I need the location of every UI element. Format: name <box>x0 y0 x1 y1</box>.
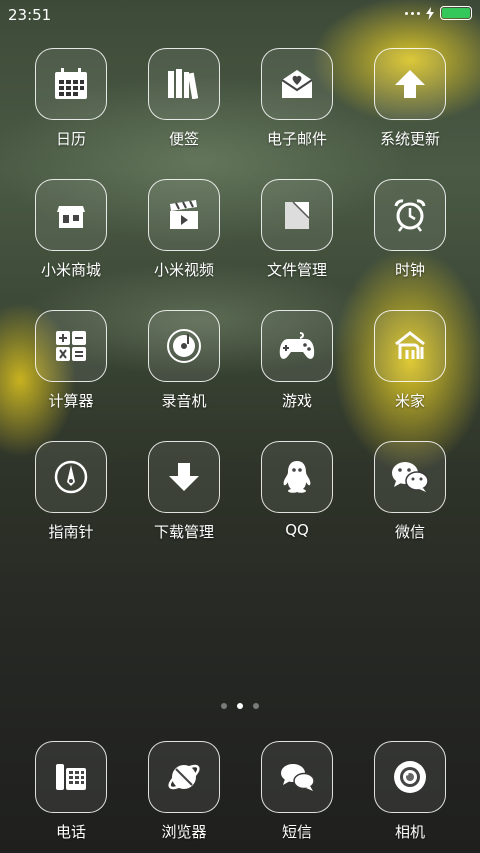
app-label: 米家 <box>394 392 425 410</box>
download-icon <box>148 441 220 513</box>
gamepad-icon <box>261 310 333 382</box>
battery-icon <box>440 6 472 20</box>
app-compass[interactable]: 指南针 <box>16 441 126 542</box>
compass-icon <box>35 441 107 513</box>
dock-camera[interactable]: 相机 <box>355 741 465 842</box>
status-indicators <box>405 6 472 20</box>
app-label: 微信 <box>394 523 425 541</box>
mi-home-icon <box>374 310 446 382</box>
app-label: 日历 <box>55 130 86 148</box>
app-label: 电子邮件 <box>266 130 327 148</box>
app-label: 指南针 <box>48 523 94 541</box>
store-icon <box>35 179 107 251</box>
more-notifications-icon <box>405 11 420 15</box>
app-label: 小米商城 <box>40 261 101 279</box>
books-icon <box>148 48 220 120</box>
app-label: 便签 <box>168 130 199 148</box>
app-label: 小米视频 <box>153 261 214 279</box>
app-label: 下载管理 <box>153 523 214 541</box>
app-calculator[interactable]: 计算器 <box>16 310 126 411</box>
browser-planet-icon <box>148 741 220 813</box>
app-mi-video[interactable]: 小米视频 <box>129 179 239 280</box>
app-clock[interactable]: 时钟 <box>355 179 465 280</box>
app-games[interactable]: 游戏 <box>242 310 352 411</box>
app-download-manager[interactable]: 下载管理 <box>129 441 239 542</box>
app-label: 电话 <box>55 823 86 841</box>
folder-icon <box>261 179 333 251</box>
app-label: 游戏 <box>281 392 312 410</box>
app-label: 短信 <box>281 823 312 841</box>
calendar-icon <box>35 48 107 120</box>
status-bar: 23:51 <box>0 0 480 30</box>
app-label: 系统更新 <box>379 130 440 148</box>
camera-icon <box>374 741 446 813</box>
app-mi-store[interactable]: 小米商城 <box>16 179 126 280</box>
home-screen: 23:51 日历 便签 电子邮件 系统更新 小米商城 小米视频 文件管理 时钟 … <box>0 0 480 853</box>
dock-browser[interactable]: 浏览器 <box>129 741 239 842</box>
app-label: 时钟 <box>394 261 425 279</box>
mail-heart-icon <box>261 48 333 120</box>
app-system-update[interactable]: 系统更新 <box>355 48 465 149</box>
phone-icon <box>35 741 107 813</box>
app-qq[interactable]: QQ <box>242 441 352 539</box>
alarm-clock-icon <box>374 179 446 251</box>
app-label: QQ <box>285 521 309 539</box>
page-dot[interactable] <box>221 703 227 709</box>
app-label: 相机 <box>394 823 425 841</box>
dock-messages[interactable]: 短信 <box>242 741 352 842</box>
page-indicator[interactable] <box>0 703 480 709</box>
app-file-manager[interactable]: 文件管理 <box>242 179 352 280</box>
status-time: 23:51 <box>8 6 52 24</box>
dock-phone[interactable]: 电话 <box>16 741 126 842</box>
app-label: 录音机 <box>161 392 207 410</box>
app-notes[interactable]: 便签 <box>129 48 239 149</box>
app-label: 计算器 <box>48 392 94 410</box>
calculator-icon <box>35 310 107 382</box>
arrow-up-icon <box>374 48 446 120</box>
app-wechat[interactable]: 微信 <box>355 441 465 542</box>
app-label: 文件管理 <box>266 261 327 279</box>
app-calendar[interactable]: 日历 <box>16 48 126 149</box>
wechat-icon <box>374 441 446 513</box>
charging-icon <box>426 6 434 20</box>
messages-icon <box>261 741 333 813</box>
qq-penguin-icon <box>261 441 333 513</box>
app-mi-home[interactable]: 米家 <box>355 310 465 411</box>
app-label: 浏览器 <box>161 823 207 841</box>
app-email[interactable]: 电子邮件 <box>242 48 352 149</box>
clapperboard-icon <box>148 179 220 251</box>
recorder-icon <box>148 310 220 382</box>
app-recorder[interactable]: 录音机 <box>129 310 239 411</box>
page-dot[interactable] <box>253 703 259 709</box>
page-dot-active[interactable] <box>237 703 243 709</box>
